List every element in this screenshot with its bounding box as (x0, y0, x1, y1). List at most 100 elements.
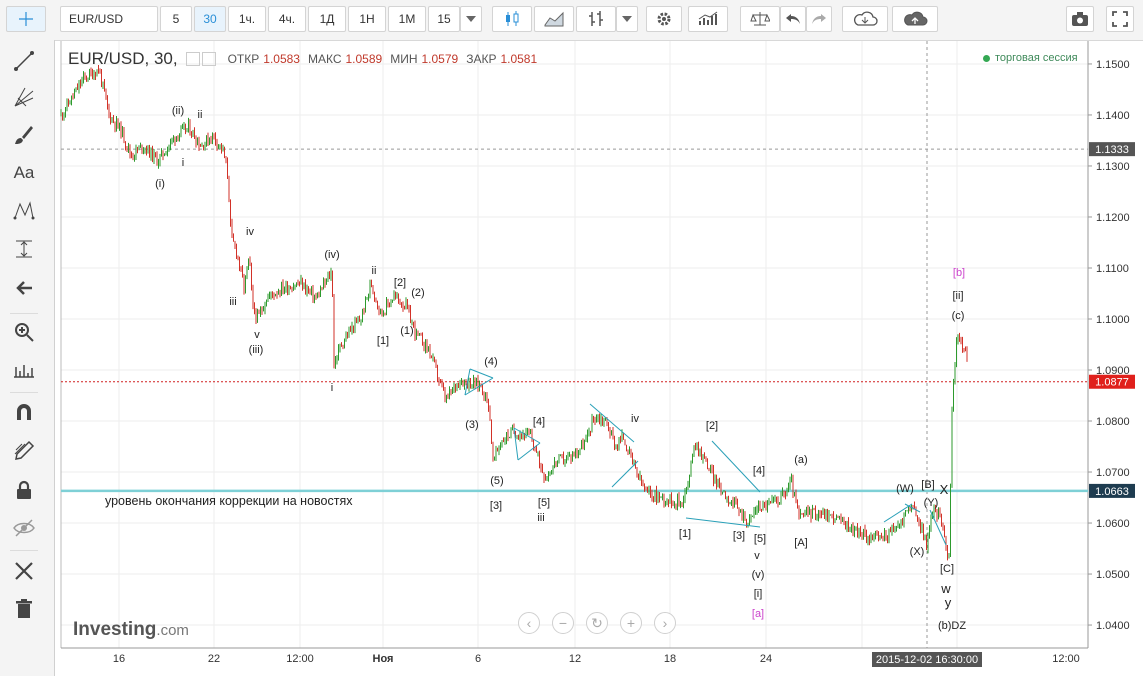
wave-label[interactable]: ii (198, 109, 203, 121)
logo-suffix-text: .com (156, 622, 189, 639)
legend-symbol: EUR/USD, 30, (68, 49, 178, 68)
x-tick-label: Ноя (373, 653, 394, 665)
wave-label[interactable]: (iii) (249, 344, 264, 356)
price-chart[interactable]: 1.1333 1.0877 1.0663 1.1500 1.1400 1.1300 1.1… (0, 0, 1143, 676)
x-tick-label: 18 (664, 653, 676, 665)
scroll-left-button[interactable]: ‹ (518, 612, 540, 634)
scroll-right-button[interactable]: › (654, 612, 676, 634)
x-tick-label: 24 (760, 653, 772, 665)
wave-label[interactable]: [2] (706, 420, 718, 432)
wave-label[interactable]: [B] (921, 479, 934, 491)
wave-label[interactable]: (a) (794, 454, 807, 466)
x-tick-label: 16 (113, 653, 125, 665)
wave-label[interactable]: i (182, 157, 184, 169)
y-tick-label: 1.0400 (1096, 620, 1130, 632)
minus-icon: − (558, 615, 568, 631)
wave-label[interactable]: iii (229, 296, 236, 308)
legend-eye-icon[interactable] (185, 52, 200, 66)
wave-label[interactable]: (X) (910, 546, 925, 558)
reset-chart-button[interactable]: ↻ (586, 612, 608, 634)
wave-label[interactable]: [2] (394, 277, 406, 289)
legend-low-value: 1.0579 (421, 52, 459, 66)
price-marker-label: 1.1333 (1095, 144, 1129, 156)
wave-label[interactable]: (iv) (324, 249, 339, 261)
wave-label[interactable]: iv (631, 413, 639, 425)
wave-label[interactable]: (Y) (924, 497, 939, 509)
wave-label[interactable]: [a] (752, 608, 764, 620)
y-tick-label: 1.1000 (1096, 314, 1130, 326)
wave-label[interactable]: (W) (896, 483, 914, 495)
legend-high-value: 1.0589 (345, 52, 383, 66)
chevron-left-icon: ‹ (526, 615, 532, 631)
legend-close-label: ЗАКР (466, 52, 497, 66)
price-marker-label: 1.0663 (1095, 486, 1129, 498)
wave-label[interactable]: [i] (754, 588, 763, 600)
wave-label[interactable]: (ii) (172, 105, 184, 117)
chart-grid (61, 41, 1088, 648)
wave-label[interactable]: [b] (953, 267, 965, 279)
wave-label[interactable]: y (945, 596, 952, 609)
y-tick-label: 1.1400 (1096, 110, 1130, 122)
wave-label[interactable]: (v) (752, 569, 765, 581)
wave-label[interactable]: X (940, 483, 949, 496)
chart-legend: EUR/USD, 30, ОТКР 1.0583 МАКС 1.0589 МИН… (68, 48, 545, 70)
y-tick-label: 1.0600 (1096, 518, 1130, 530)
wave-label[interactable]: [3] (490, 500, 502, 512)
chevron-right-icon: › (662, 615, 668, 631)
y-tick-label: 1.1500 (1096, 59, 1130, 71)
wave-label[interactable]: ii (372, 265, 377, 277)
legend-low-label: МИН (390, 52, 418, 66)
y-tick-label: 1.0900 (1096, 365, 1130, 377)
wave-label[interactable]: (i) (155, 178, 165, 190)
y-tick-label: 1.1100 (1096, 263, 1129, 275)
wave-label[interactable]: (c) (952, 310, 965, 322)
wave-label[interactable]: [1] (679, 528, 691, 540)
legend-settings-icon[interactable] (201, 52, 216, 66)
wave-label[interactable]: (1) (400, 325, 413, 337)
crosshair-time-label: 2015-12-02 16:30:00 (876, 654, 978, 666)
x-tick-label: 12 (569, 653, 581, 665)
wave-label[interactable]: v (254, 329, 260, 341)
correction-level-annotation[interactable]: уровень окончания коррекции на новостях (105, 494, 352, 508)
wave-label[interactable]: (5) (490, 475, 503, 487)
wave-label[interactable]: [5] (538, 497, 550, 509)
y-tick-label: 1.0700 (1096, 467, 1130, 479)
wave-label[interactable]: (2) (411, 287, 424, 299)
wave-label[interactable]: [A] (794, 537, 807, 549)
trading-session-indicator[interactable]: торговая сессия (983, 52, 1078, 64)
investing-logo: Investing.com (73, 619, 189, 641)
wave-label[interactable]: (4) (484, 356, 497, 368)
wave-label[interactable]: [ii] (953, 290, 964, 302)
legend-close-value: 1.0581 (500, 52, 538, 66)
zoom-out-button[interactable]: − (552, 612, 574, 634)
wave-label[interactable]: [1] (377, 335, 389, 347)
session-label: торговая сессия (995, 52, 1078, 64)
wave-label[interactable]: (b)DZ (938, 620, 966, 632)
x-tick-label: 22 (208, 653, 220, 665)
wave-label[interactable]: iv (246, 226, 254, 238)
wave-label[interactable]: iii (537, 512, 544, 524)
wave-label[interactable]: i (331, 382, 333, 394)
wave-label[interactable]: (3) (465, 419, 478, 431)
legend-open-value: 1.0583 (263, 52, 300, 66)
wave-label[interactable]: [3] (733, 530, 745, 542)
wave-label[interactable]: w (941, 582, 950, 595)
plus-icon: + (626, 615, 636, 631)
wave-label[interactable]: [C] (940, 563, 954, 575)
logo-main-text: Investing (73, 619, 157, 640)
price-marker-label: 1.0877 (1095, 377, 1129, 389)
x-tick-label: 12:00 (1052, 653, 1080, 665)
legend-high-label: МАКС (307, 52, 342, 66)
session-status-dot (983, 54, 990, 62)
wave-label[interactable]: [4] (533, 416, 545, 428)
wave-label[interactable]: v (754, 550, 760, 562)
wave-label[interactable]: [4] (753, 465, 765, 477)
y-tick-label: 1.0800 (1096, 416, 1130, 428)
y-tick-label: 1.0500 (1096, 569, 1130, 581)
x-tick-label: 12:00 (286, 653, 314, 665)
wave-label[interactable]: [5] (754, 533, 766, 545)
reset-icon: ↻ (591, 614, 603, 631)
y-tick-label: 1.1200 (1096, 212, 1130, 224)
zoom-in-button[interactable]: + (620, 612, 642, 634)
y-tick-label: 1.1300 (1096, 161, 1130, 173)
